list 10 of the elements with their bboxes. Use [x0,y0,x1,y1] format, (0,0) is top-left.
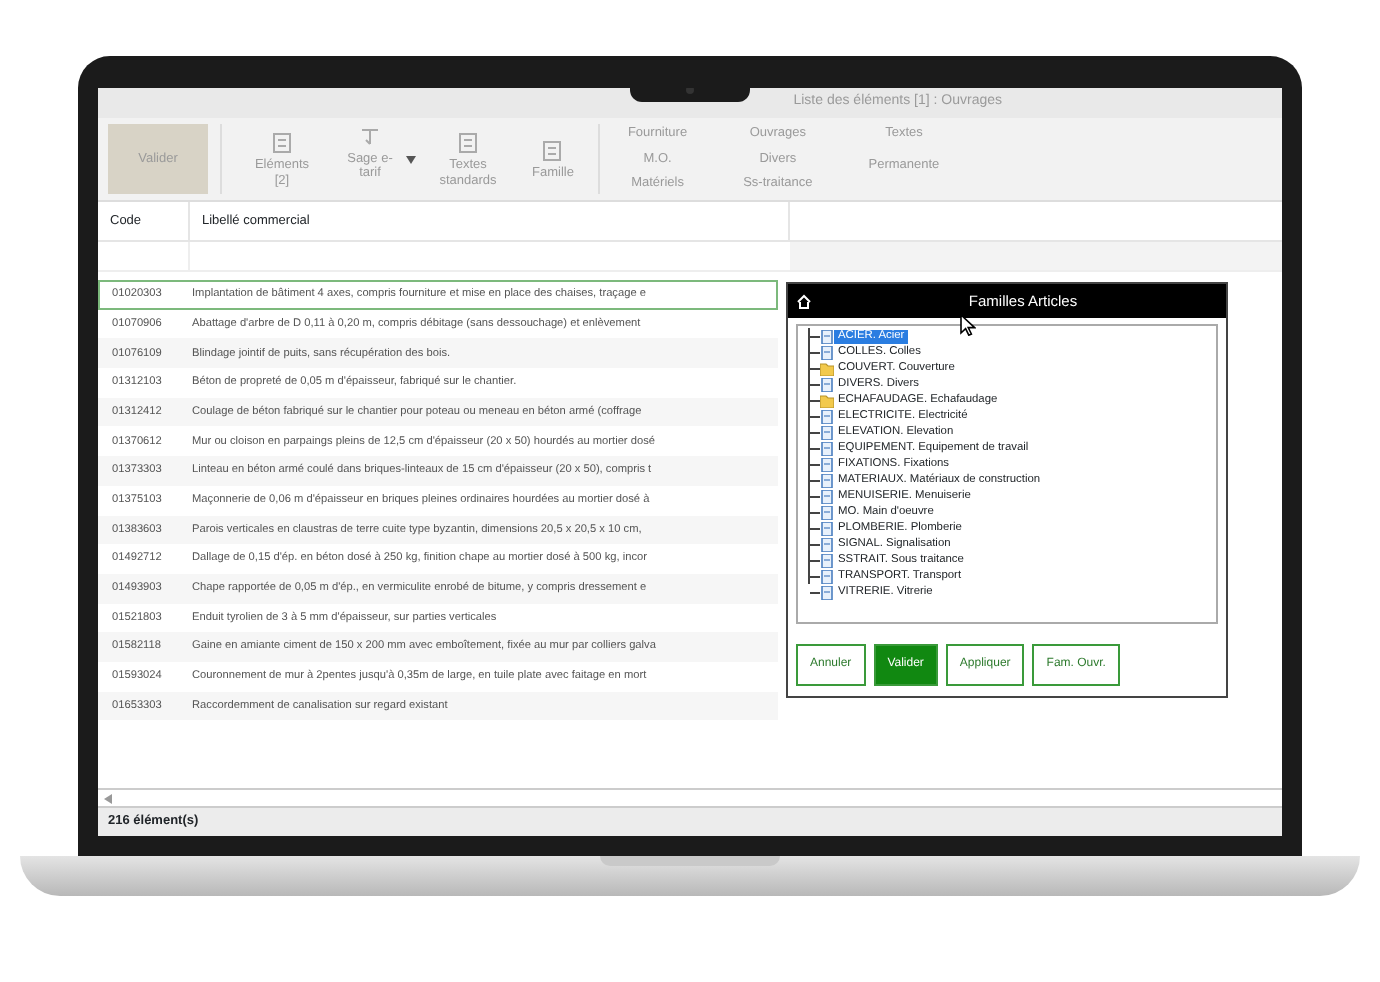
folder-icon [820,361,834,375]
folder-icon [820,393,834,407]
app-icon [796,293,812,309]
document-icon [456,130,480,155]
document-icon [820,377,834,391]
document-icon [540,137,565,162]
scroll-left-icon[interactable] [104,794,112,804]
document-icon [270,130,294,155]
caret-icon[interactable] [406,156,416,164]
scrollbar[interactable] [98,788,1282,808]
